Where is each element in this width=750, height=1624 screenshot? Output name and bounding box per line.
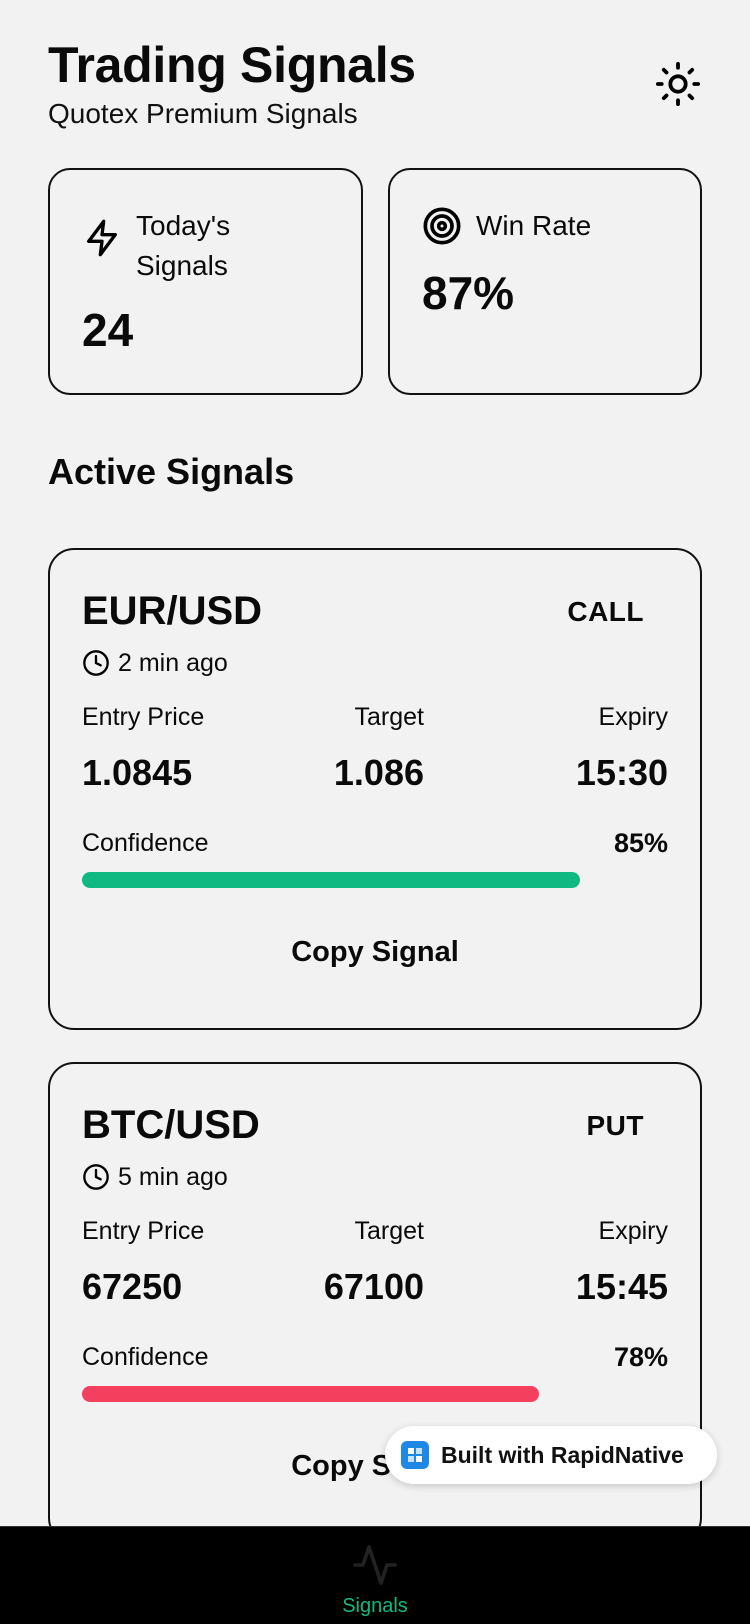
activity-icon [353,1545,397,1585]
signal-pair: BTC/USD [82,1103,260,1147]
confidence-bar [82,1386,668,1402]
bottom-nav: Signals [0,1526,750,1624]
target-metric: Target 1.086 [250,700,424,796]
confidence-value: 85% [613,828,668,858]
page-title: Trading Signals [48,37,416,93]
signal-time-row: 2 min ago [82,646,228,680]
page: Trading Signals Quotex Premium Signals T… [0,0,750,1624]
lightning-icon [87,219,118,257]
expiry-metric: Expiry 15:30 [576,700,668,796]
nav-item-signals[interactable]: Signals [315,1541,435,1624]
target-value: 67100 [323,1266,424,1307]
rapidnative-logo-icon [401,1441,429,1469]
target-value: 1.086 [333,752,424,793]
expiry-label: Expiry [598,1217,668,1245]
signal-time-row: 5 min ago [82,1160,228,1194]
entry-price-metric: Entry Price 1.0845 [82,700,204,796]
confidence-bar [82,872,668,888]
win-rate-card: Win Rate 87% [388,168,702,395]
section-title-active-signals: Active Signals [48,451,295,492]
expiry-value: 15:45 [575,1266,668,1307]
clock-icon [83,650,109,676]
sun-icon [655,61,701,107]
nav-label-signals: Signals [342,1595,408,1617]
copy-signal-button[interactable]: Copy Signal [82,912,668,992]
target-icon [423,207,461,245]
target-label: Target [354,1217,424,1245]
clock-icon [83,1164,109,1190]
todays-signals-value: 24 [82,304,134,356]
entry-price-metric: Entry Price 67250 [82,1214,204,1310]
win-rate-value: 87% [422,267,515,319]
confidence-bar-fill [82,1386,540,1402]
signal-pair: EUR/USD [82,589,263,633]
expiry-value: 15:30 [575,752,668,793]
confidence-bar-fill [82,872,581,888]
entry-price-label: Entry Price [82,703,205,731]
confidence-value: 78% [613,1342,668,1372]
todays-signals-label: Today's Signals [136,210,231,281]
header: Trading Signals Quotex Premium Signals [48,36,702,136]
signal-direction: PUT [586,1110,644,1141]
signal-time: 5 min ago [118,1163,228,1191]
built-with-badge[interactable]: Built with RapidNative [385,1426,717,1484]
signal-card: EUR/USD CALL 2 min ago Entry Price 1.084… [48,548,702,1030]
win-rate-label: Win Rate [476,210,592,241]
badge-text: Built with RapidNative [441,1441,684,1468]
expiry-label: Expiry [598,703,668,731]
entry-price-value: 1.0845 [82,752,193,793]
entry-price-value: 67250 [82,1266,183,1307]
confidence-label: Confidence [82,1343,209,1371]
page-subtitle: Quotex Premium Signals [48,98,358,129]
signal-time: 2 min ago [118,649,228,677]
signal-direction: CALL [567,596,644,627]
theme-toggle-button[interactable] [654,60,702,108]
entry-price-label: Entry Price [82,1217,205,1245]
target-label: Target [354,703,424,731]
confidence-label: Confidence [82,829,209,857]
todays-signals-card: Today's Signals 24 [48,168,363,395]
target-metric: Target 67100 [250,1214,424,1310]
expiry-metric: Expiry 15:45 [576,1214,668,1310]
